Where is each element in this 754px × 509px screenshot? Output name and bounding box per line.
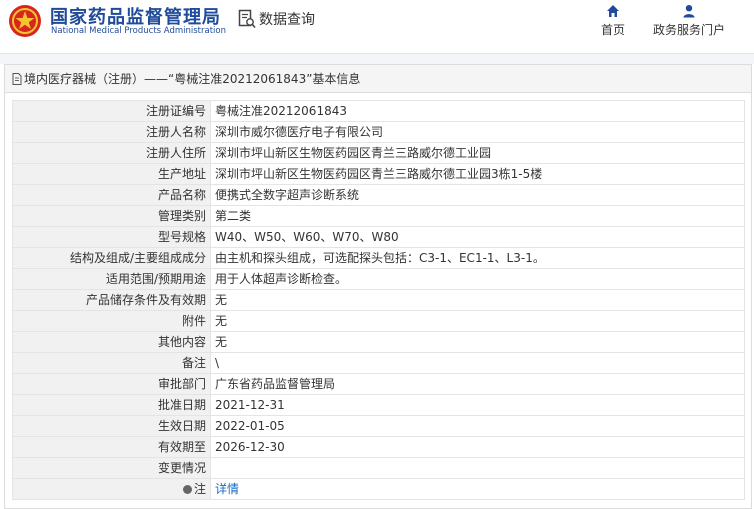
row-label: 结构及组成/主要组成成分 (12, 247, 211, 269)
row-value: 第二类 (210, 205, 745, 227)
table-row: 结构及组成/主要组成成分 由主机和探头组成，可选配探头包括：C3-1、EC1-1、… (12, 247, 745, 269)
row-value (210, 457, 745, 479)
row-value: 广东省药品监督管理局 (210, 373, 745, 395)
table-row: 有效期至 2026-12-30 (12, 436, 745, 458)
row-label: 注册人住所 (12, 142, 211, 164)
nmpa-emblem-icon (9, 5, 41, 37)
row-value: \ (210, 352, 745, 374)
row-label: 注册人名称 (12, 121, 211, 143)
table-row: 注册证编号 粤械注准20212061843 (12, 100, 745, 122)
table-row: 附件无 (12, 310, 745, 332)
table-row: 适用范围/预期用途 用于人体超声诊断检查。 (12, 268, 745, 290)
table-row: 管理类别 第二类 (12, 205, 745, 227)
table-row: 产品储存条件及有效期无 (12, 289, 745, 311)
row-label: 产品储存条件及有效期 (12, 289, 211, 311)
panel-title: 境内医疗器械（注册）——“粤械注准20212061843”基本信息 (24, 72, 361, 86)
row-value: 便携式全数字超声诊断系统 (210, 184, 745, 206)
row-label: 注册证编号 (12, 100, 211, 122)
table-row: 产品名称 便携式全数字超声诊断系统 (12, 184, 745, 206)
row-label: 注 (193, 482, 206, 496)
row-value: 2026-12-30 (210, 436, 745, 458)
nav-service-portal[interactable]: 政务服务门户 (648, 4, 730, 38)
document-icon (12, 72, 22, 85)
row-value: W40、W50、W60、W70、W80 (210, 226, 745, 248)
row-label: 生产地址 (12, 163, 211, 185)
row-label: 审批部门 (12, 373, 211, 395)
header-divider-strip (0, 54, 754, 64)
panel-header: 境内医疗器械（注册）——“粤械注准20212061843”基本信息 (5, 65, 751, 93)
row-value: 粤械注准20212061843 (210, 100, 745, 122)
document-search-icon (238, 9, 256, 29)
row-value: 深圳市威尔德医疗电子有限公司 (210, 121, 745, 143)
note-label-cell: 注 (12, 478, 211, 500)
row-label: 批准日期 (12, 394, 211, 416)
row-value: 无 (210, 310, 745, 332)
table-row: 注 详情 (12, 478, 745, 500)
row-value: 无 (210, 331, 745, 353)
nav-home-label: 首页 (600, 23, 625, 37)
row-value: 深圳市坪山新区生物医药园区青兰三路威尔德工业园 (210, 142, 745, 164)
table-row: 型号规格 W40、W50、W60、W70、W80 (12, 226, 745, 248)
nav-home[interactable]: 首页 (598, 4, 628, 38)
nav-service-portal-label: 政务服务门户 (652, 23, 725, 37)
table-row: 批准日期 2021-12-31 (12, 394, 745, 416)
table-row: 其他内容无 (12, 331, 745, 353)
data-query-link[interactable]: 数据查询 (238, 8, 315, 30)
registration-info-table: 注册证编号 粤械注准20212061843 注册人名称 深圳市威尔德医疗电子有限公司… (12, 100, 745, 500)
table-row: 生产地址 深圳市坪山新区生物医药园区青兰三路威尔德工业园3栋1-5楼 (12, 163, 745, 185)
row-label: 适用范围/预期用途 (12, 268, 211, 290)
row-label: 生效日期 (12, 415, 211, 437)
row-label: 其他内容 (12, 331, 211, 353)
details-link[interactable]: 详情 (215, 482, 239, 496)
table-row: 注册人住所 深圳市坪山新区生物医药园区青兰三路威尔德工业园 (12, 142, 745, 164)
table-row: 审批部门 广东省药品监督管理局 (12, 373, 745, 395)
table-row: 注册人名称 深圳市威尔德医疗电子有限公司 (12, 121, 745, 143)
row-value: 深圳市坪山新区生物医药园区青兰三路威尔德工业园3栋1-5楼 (210, 163, 745, 185)
pin-icon (182, 485, 192, 494)
row-value: 无 (210, 289, 745, 311)
row-value: 由主机和探头组成，可选配探头包括：C3-1、EC1-1、L3-1。 (210, 247, 745, 269)
row-label: 附件 (12, 310, 211, 332)
row-label: 变更情况 (12, 457, 211, 479)
brand-subtitle: National Medical Products Administration (51, 26, 226, 36)
table-row: 生效日期 2022-01-05 (12, 415, 745, 437)
home-icon (607, 5, 619, 17)
row-value: 用于人体超声诊断检查。 (210, 268, 745, 290)
row-value: 2022-01-05 (210, 415, 745, 437)
note-value-cell: 详情 (210, 478, 745, 500)
detail-panel: 境内医疗器械（注册）——“粤械注准20212061843”基本信息 注册证编号粤… (4, 64, 752, 509)
row-label: 产品名称 (12, 184, 211, 206)
table-row: 备注 \ (12, 352, 745, 374)
data-query-label: 数据查询 (259, 12, 315, 28)
table-row: 变更情况 (12, 457, 745, 479)
row-label: 备注 (12, 352, 211, 374)
row-label: 有效期至 (12, 436, 211, 458)
row-label: 型号规格 (12, 226, 211, 248)
top-header: 国家药品监督管理局 National Medical Products Admi… (0, 0, 754, 54)
row-value: 2021-12-31 (210, 394, 745, 416)
user-icon (683, 5, 695, 18)
row-label: 管理类别 (12, 205, 211, 227)
